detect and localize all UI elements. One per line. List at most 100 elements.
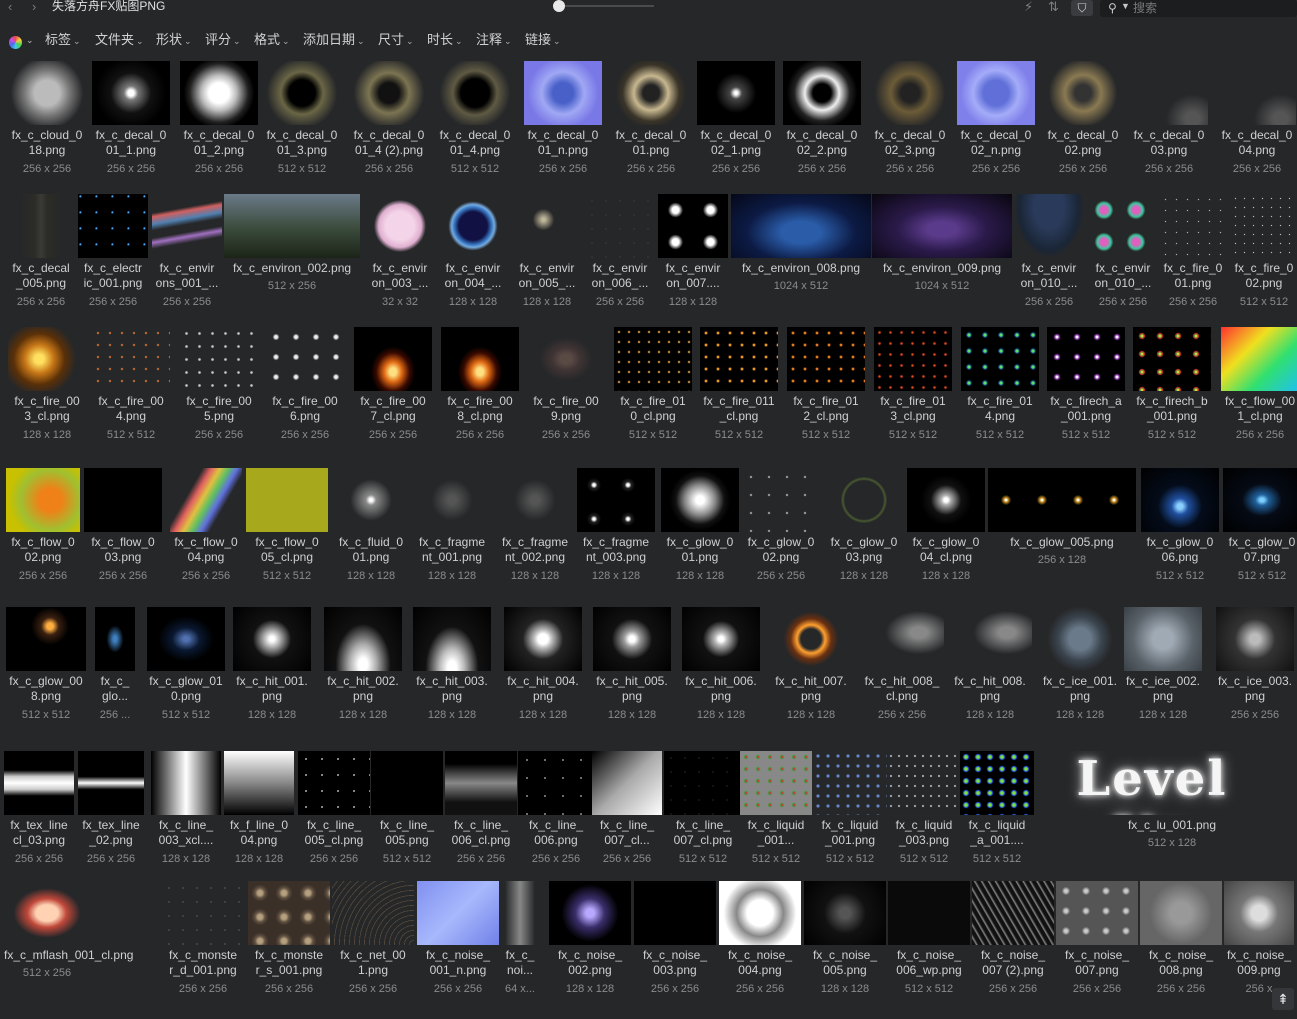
asset-thumbnail[interactable] [147,607,225,671]
asset-tile[interactable]: fx_c_net_00 1.png 256 x 256 [332,878,414,1008]
asset-thumbnail[interactable] [266,327,344,391]
asset-tile[interactable]: fx_c_fragme nt_003.png 128 x 128 [577,465,655,595]
asset-tile[interactable]: fx_c_line_ 006.png 256 x 256 [518,748,594,878]
asset-tile[interactable]: fx_tex_line _02.png 256 x 256 [78,748,144,878]
asset-tile[interactable]: fx_c_hit_004. png 128 x 128 [504,604,582,734]
asset-tile[interactable]: fx_tex_line cl_03.png 256 x 256 [4,748,74,878]
chevron-down-icon[interactable]: ⌄ [26,35,34,46]
asset-thumbnail[interactable] [8,327,86,391]
asset-tile[interactable]: fx_c_environ_008.png 1024 x 512 [731,191,871,321]
asset-thumbnail[interactable] [78,194,148,258]
asset-thumbnail[interactable] [658,194,728,258]
asset-tile[interactable]: fx_c_fire_01 3_cl.png 512 x 512 [874,324,952,454]
asset-thumbnail[interactable] [151,751,221,815]
asset-tile[interactable]: fx_c_envir ons_001_... 256 x 256 [152,191,222,321]
asset-thumbnail[interactable] [960,751,1034,815]
asset-tile[interactable]: fx_c_fragme nt_001.png 128 x 128 [412,465,492,595]
asset-thumbnail[interactable] [1160,194,1226,258]
asset-thumbnail[interactable] [350,61,428,125]
asset-thumbnail[interactable] [162,881,244,945]
asset-thumbnail[interactable] [661,468,739,532]
asset-tile[interactable]: fx_c_liquid _001.png 512 x 512 [813,748,887,878]
asset-thumbnail[interactable] [1133,327,1211,391]
asset-thumbnail[interactable] [1056,881,1138,945]
asset-tile[interactable]: Level Up fx_c_lu_001.png 512 x 128 [1036,748,1297,878]
asset-thumbnail[interactable] [4,881,90,945]
asset-tile[interactable]: fx_c_fire_00 3_cl.png 128 x 128 [8,324,86,454]
asset-tile[interactable]: fx_c_line_ 005.png 512 x 512 [371,748,443,878]
asset-tile[interactable]: fx_c_decal_0 01_n.png 256 x 256 [524,58,602,188]
thumbnail-size-slider-handle[interactable] [553,0,565,12]
asset-tile[interactable]: fx_c_decal_0 01_3.png 512 x 512 [263,58,341,188]
asset-thumbnail[interactable] [495,468,575,532]
asset-thumbnail[interactable] [1223,468,1297,532]
asset-tile[interactable]: fx_c_line_ 003_xcl.... 128 x 128 [151,748,221,878]
asset-tile[interactable]: fx_c_fire_01 4.png 512 x 512 [961,324,1039,454]
asset-thumbnail[interactable] [614,327,692,391]
asset-tile[interactable]: fx_c_noise_ 007 (2).png 256 x 256 [972,878,1054,1008]
asset-thumbnail[interactable] [527,327,605,391]
asset-thumbnail[interactable] [324,607,402,671]
asset-tile[interactable]: fx_c_decal_0 02.png 256 x 256 [1044,58,1122,188]
asset-tile[interactable]: fx_c_decal_0 01_4.png 512 x 512 [436,58,514,188]
asset-thumbnail[interactable] [719,881,801,945]
asset-thumbnail[interactable] [518,751,594,815]
asset-thumbnail[interactable] [697,61,775,125]
asset-tile[interactable]: fx_c_decal_0 01_4 (2).png 256 x 256 [350,58,428,188]
asset-tile[interactable]: fx_c_fire_00 9.png 256 x 256 [527,324,605,454]
asset-tile[interactable]: fx_c_fire_01 2_cl.png 512 x 512 [787,324,865,454]
asset-tile[interactable]: fx_c_environ_009.png 1024 x 512 [872,191,1012,321]
asset-tile[interactable]: fx_c_fire_011 _cl.png 512 x 512 [700,324,778,454]
back-button[interactable]: ‹ [8,0,12,14]
asset-tile[interactable]: fx_c_ice_003. png 256 x 256 [1216,604,1294,734]
asset-thumbnail[interactable] [874,327,952,391]
asset-tile[interactable]: fx_c_decal _005.png 256 x 256 [8,191,74,321]
asset-thumbnail[interactable] [6,607,86,671]
asset-tile[interactable]: fx_c_noise_ 008.png 256 x 256 [1140,878,1222,1008]
asset-thumbnail[interactable] [700,327,778,391]
asset-thumbnail[interactable] [248,881,330,945]
asset-thumbnail[interactable] [612,61,690,125]
asset-thumbnail[interactable] [441,327,519,391]
asset-thumbnail[interactable] [354,327,432,391]
asset-thumbnail[interactable] [957,61,1035,125]
asset-tile[interactable]: fx_c_fire_00 8_cl.png 256 x 256 [441,324,519,454]
asset-tile[interactable]: fx_c_decal_0 01_1.png 256 x 256 [92,58,170,188]
asset-tile[interactable]: fx_c_fire_01 0_cl.png 512 x 512 [614,324,692,454]
asset-thumbnail[interactable] [948,607,1032,671]
asset-thumbnail[interactable] [825,468,903,532]
asset-thumbnail[interactable] [8,61,86,125]
asset-thumbnail[interactable] [412,468,492,532]
asset-tile[interactable]: fx_c_noise_ 006_wp.png 512 x 512 [888,878,970,1008]
asset-thumbnail[interactable] [180,61,258,125]
asset-tile[interactable]: fx_c_electr ic_001.png 256 x 256 [78,191,148,321]
asset-thumbnail[interactable] [263,61,341,125]
asset-thumbnail[interactable] [772,607,850,671]
asset-tile[interactable]: fx_f_line_0 04.png 128 x 128 [224,748,294,878]
asset-thumbnail[interactable] [1231,194,1297,258]
asset-tile[interactable]: fx_c_firech_b _001.png 512 x 512 [1133,324,1211,454]
asset-tile[interactable]: fx_c_hit_008. png 128 x 128 [948,604,1032,734]
asset-thumbnail[interactable] [365,194,435,258]
asset-tile[interactable]: fx_c_noise_ 007.png 256 x 256 [1056,878,1138,1008]
asset-thumbnail[interactable] [1044,61,1122,125]
asset-tile[interactable]: fx_c_glow_0 01.png 128 x 128 [661,465,739,595]
asset-tile[interactable]: fx_c_glow_0 03.png 128 x 128 [825,465,903,595]
asset-thumbnail[interactable] [8,194,74,258]
chevron-down-icon[interactable]: ▼ [1121,1,1130,11]
asset-tile[interactable]: fx_c_line_ 005_cl.png 256 x 256 [298,748,370,878]
asset-thumbnail[interactable] [740,751,812,815]
bolt-icon[interactable]: ⚡ [1024,0,1033,14]
asset-tile[interactable]: fx_c_glow_005.png 256 x 128 [988,465,1136,595]
asset-tile[interactable]: fx_c_cloud_0 18.png 256 x 256 [8,58,86,188]
asset-thumbnail[interactable] [1130,61,1208,125]
asset-tile[interactable]: fx_c_line_ 007_cl.png 512 x 512 [664,748,742,878]
asset-thumbnail[interactable] [813,751,887,815]
asset-thumbnail[interactable] [170,468,242,532]
asset-tile[interactable]: fx_c_decal_0 02_n.png 256 x 256 [957,58,1035,188]
asset-tile[interactable]: fx_c_hit_003. png 128 x 128 [413,604,491,734]
asset-thumbnail[interactable] [1036,607,1124,671]
asset-tile[interactable]: fx_c_envir on_007.... 128 x 128 [658,191,728,321]
asset-thumbnail[interactable] [549,881,631,945]
asset-thumbnail[interactable] [152,194,222,258]
